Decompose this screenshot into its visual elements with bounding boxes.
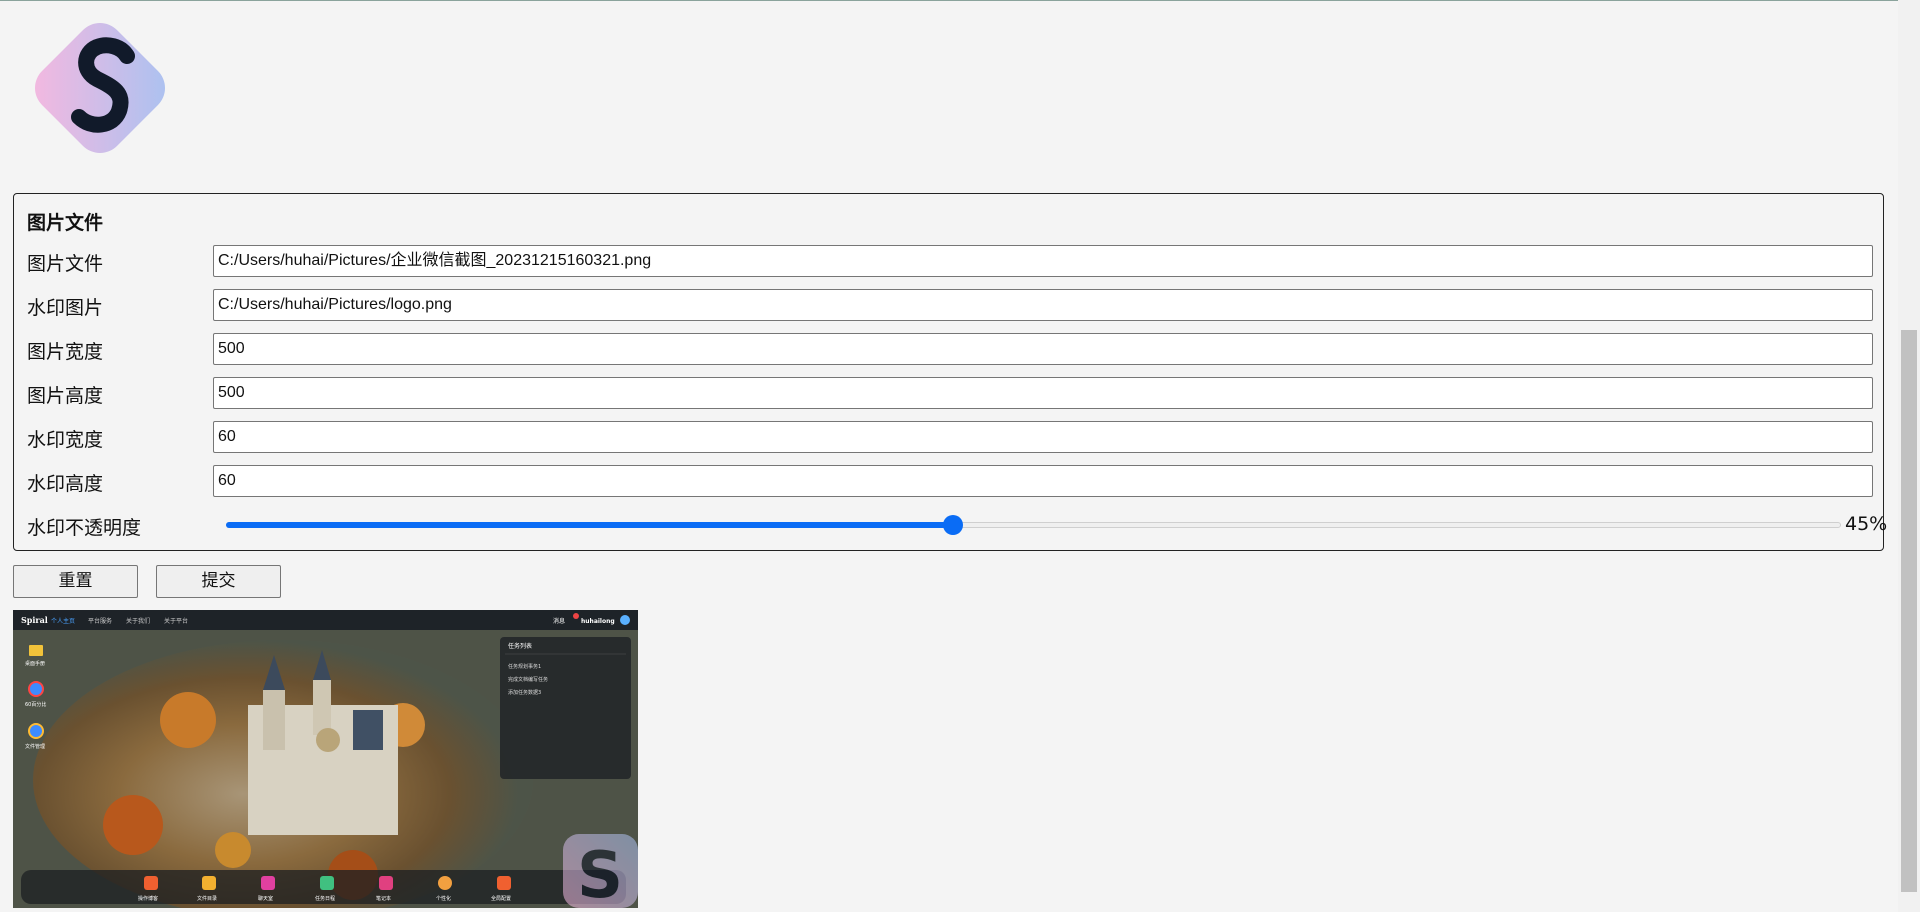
image-height-label: 图片高度	[27, 385, 104, 407]
preview-brand: Spiral	[21, 615, 48, 625]
reset-button[interactable]: 重置	[13, 565, 138, 598]
preview-desktop-0: 桌面手册	[25, 660, 45, 667]
preview-mail: 消息	[553, 617, 565, 625]
vertical-scrollbar[interactable]	[1898, 0, 1920, 912]
scrollbar-thumb[interactable]	[1901, 330, 1917, 892]
preview-dock-4: 笔记本	[376, 895, 391, 902]
form-legend: 图片文件	[27, 212, 104, 234]
watermark-image-label: 水印图片	[27, 297, 104, 319]
watermark-width-label: 水印宽度	[27, 429, 104, 451]
image-file-form: 图片文件 图片文件 C:/Users/huhai/Pictures/企业微信截图…	[13, 193, 1887, 551]
watermark-image-input[interactable]: C:/Users/huhai/Pictures/logo.png	[213, 289, 1873, 321]
preview-task-1: 完成文档编写任务	[508, 676, 548, 683]
watermark-height-label: 水印高度	[27, 473, 104, 495]
preview-dock-3: 任务日程	[315, 895, 335, 902]
preview-image: Spiral 个人主页 平台服务 关于我们 关于平台 消息 huhailong …	[13, 610, 638, 908]
preview-dock-5: 个性化	[436, 895, 451, 902]
watermark-height-input[interactable]: 60	[213, 465, 1873, 497]
row-image-file: 图片文件 C:/Users/huhai/Pictures/企业微信截图_2023…	[14, 245, 1883, 277]
slider-thumb[interactable]	[942, 515, 963, 535]
preview-dock-6: 全局配置	[491, 895, 511, 902]
row-image-height: 图片高度 500	[14, 377, 1883, 409]
preview-dock-0: 操作博客	[138, 895, 158, 902]
top-border-line	[0, 0, 1920, 1]
preview-task-2: 添加任务数据3	[508, 689, 541, 696]
row-image-width: 图片宽度 500	[14, 333, 1883, 365]
row-watermark-width: 水印宽度 60	[14, 421, 1883, 453]
preview-screenshot: Spiral 个人主页 平台服务 关于我们 关于平台 消息 huhailong …	[13, 610, 638, 908]
watermark-opacity-label: 水印不透明度	[27, 517, 142, 539]
opacity-value: 45%	[1845, 513, 1888, 535]
preview-nav-1: 平台服务	[88, 617, 112, 625]
image-height-input[interactable]: 500	[213, 377, 1873, 409]
watermark-opacity-slider[interactable]	[226, 515, 1841, 535]
preview-task-0: 任务规划事务1	[508, 663, 541, 670]
image-file-input[interactable]: C:/Users/huhai/Pictures/企业微信截图_202312151…	[213, 245, 1873, 277]
image-width-label: 图片宽度	[27, 341, 104, 363]
watermark-width-input[interactable]: 60	[213, 421, 1873, 453]
preview-dock-1: 文件目录	[197, 895, 217, 902]
preview-nav-0: 个人主页	[51, 617, 75, 625]
preview-panel-title: 任务列表	[508, 642, 532, 650]
preview-nav-2: 关于我们	[126, 617, 150, 625]
preview-desktop-2: 文件管理	[25, 743, 45, 750]
row-watermark-opacity: 水印不透明度 45%	[14, 509, 1887, 541]
preview-dock-2: 聊天室	[258, 895, 273, 902]
row-watermark-height: 水印高度 60	[14, 465, 1883, 497]
image-width-input[interactable]: 500	[213, 333, 1873, 365]
preview-user: huhailong	[581, 618, 615, 625]
watermark-glyph: S	[577, 839, 623, 908]
preview-nav-3: 关于平台	[164, 617, 188, 625]
slider-fill	[226, 522, 953, 528]
app-logo	[34, 22, 166, 154]
watermark-logo: S	[563, 834, 638, 908]
image-file-label: 图片文件	[27, 253, 104, 275]
submit-button[interactable]: 提交	[156, 565, 281, 598]
row-watermark-image: 水印图片 C:/Users/huhai/Pictures/logo.png	[14, 289, 1883, 321]
preview-desktop-1: 60百分比	[25, 701, 46, 708]
